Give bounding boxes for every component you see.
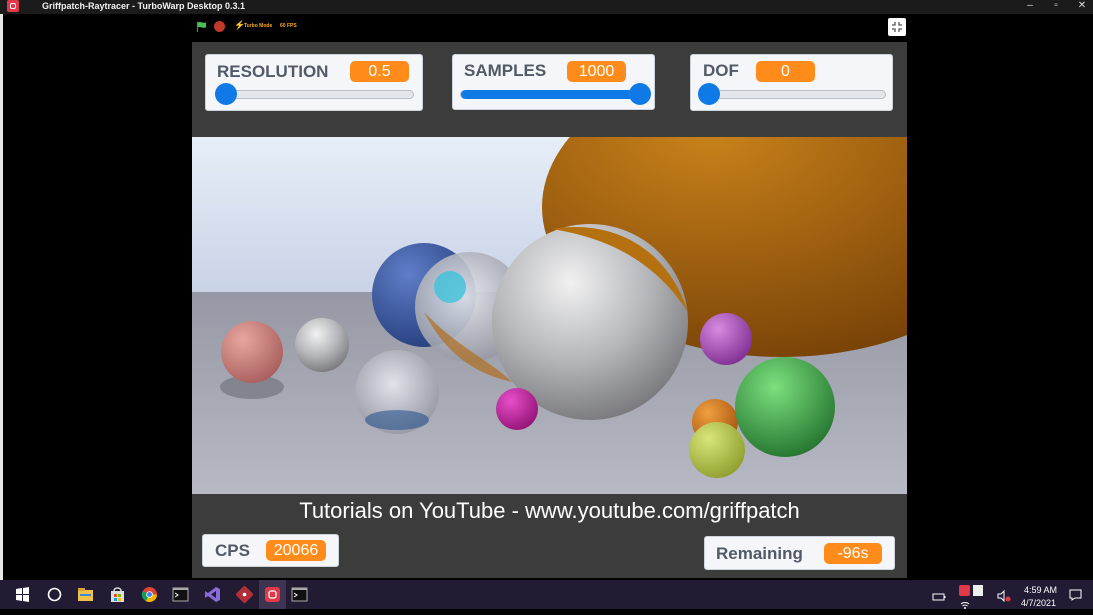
stage: RESOLUTION 0.5 SAMPLES 1000 DOF 0 Tutori… xyxy=(192,42,907,578)
cps-readout: CPS 20066 xyxy=(202,534,339,567)
close-button[interactable]: ✕ xyxy=(1069,0,1093,14)
visual-studio-icon[interactable] xyxy=(204,586,221,603)
slider-handle[interactable] xyxy=(629,83,651,105)
collapse-icon xyxy=(892,22,902,32)
turbowarp-icon[interactable] xyxy=(264,586,281,603)
dof-value-badge: 0 xyxy=(756,61,815,82)
terminal-icon[interactable] xyxy=(172,586,189,603)
title-bar: Griffpatch-Raytracer - TurboWarp Desktop… xyxy=(0,0,1093,14)
small-chrome-sphere xyxy=(295,318,349,372)
samples-value-badge: 1000 xyxy=(567,61,626,82)
clock-date[interactable]: 4/7/2021 xyxy=(1021,598,1056,608)
start-icon[interactable] xyxy=(14,586,31,603)
battery-icon[interactable] xyxy=(932,589,946,601)
green-sphere xyxy=(735,357,835,457)
turbo-mode-label: Turbo Mode xyxy=(244,23,273,29)
notification-app-icon[interactable] xyxy=(959,583,970,596)
player-controls: ⚡ Turbo Mode 60 FPS xyxy=(192,16,907,38)
samples-label: SAMPLES xyxy=(464,61,547,80)
dof-slider[interactable] xyxy=(698,83,886,105)
dof-slider-panel: DOF 0 xyxy=(690,54,893,111)
slider-handle[interactable] xyxy=(215,83,237,105)
git-icon[interactable] xyxy=(235,585,254,604)
yellow-sphere xyxy=(689,422,745,478)
resolution-slider-panel: RESOLUTION 0.5 xyxy=(205,54,423,111)
dof-label: DOF xyxy=(703,61,739,80)
file-explorer-icon[interactable] xyxy=(77,586,94,603)
wifi-icon[interactable] xyxy=(960,597,970,609)
search-circle-icon[interactable] xyxy=(46,586,63,603)
store-icon[interactable] xyxy=(109,586,126,603)
tutorial-caption: Tutorials on YouTube - www.youtube.com/g… xyxy=(299,498,800,523)
cps-value-badge: 20066 xyxy=(266,540,326,561)
chrome-icon[interactable] xyxy=(141,586,158,603)
action-center-icon[interactable] xyxy=(1069,588,1082,601)
fps-label: 60 FPS xyxy=(280,23,297,29)
window-title: Griffpatch-Raytracer - TurboWarp Desktop… xyxy=(42,1,246,11)
exit-fullscreen-button[interactable] xyxy=(888,18,906,36)
maximize-button[interactable]: ▫ xyxy=(1043,0,1069,14)
document-icon[interactable] xyxy=(973,583,983,596)
remaining-value-badge: -96s xyxy=(824,543,882,564)
terminal-icon[interactable] xyxy=(291,586,308,603)
magenta-sphere xyxy=(496,388,538,430)
resolution-value-badge: 0.5 xyxy=(350,61,409,82)
pink-sphere xyxy=(221,321,283,383)
slider-fill xyxy=(461,90,649,99)
green-flag-icon[interactable] xyxy=(196,21,207,32)
volume-muted-icon[interactable] xyxy=(997,589,1011,603)
cps-label: CPS xyxy=(215,541,250,560)
window-edge xyxy=(0,14,3,580)
stop-button[interactable] xyxy=(214,21,225,32)
samples-slider-panel: SAMPLES 1000 xyxy=(452,54,655,110)
resolution-slider[interactable] xyxy=(215,83,414,105)
remaining-label: Remaining xyxy=(716,544,803,563)
clock-time[interactable]: 4:59 AM xyxy=(1024,585,1057,595)
minimize-button[interactable]: – xyxy=(1017,0,1043,14)
remaining-readout: Remaining -96s xyxy=(704,536,895,570)
slider-handle[interactable] xyxy=(698,83,720,105)
resolution-label: RESOLUTION xyxy=(217,62,329,81)
raytraced-render xyxy=(192,137,907,494)
purple-sphere xyxy=(700,313,752,365)
samples-slider[interactable] xyxy=(460,83,651,105)
taskbar: 4:59 AM 4/7/2021 xyxy=(0,580,1093,609)
turbowarp-app-icon xyxy=(7,0,19,12)
